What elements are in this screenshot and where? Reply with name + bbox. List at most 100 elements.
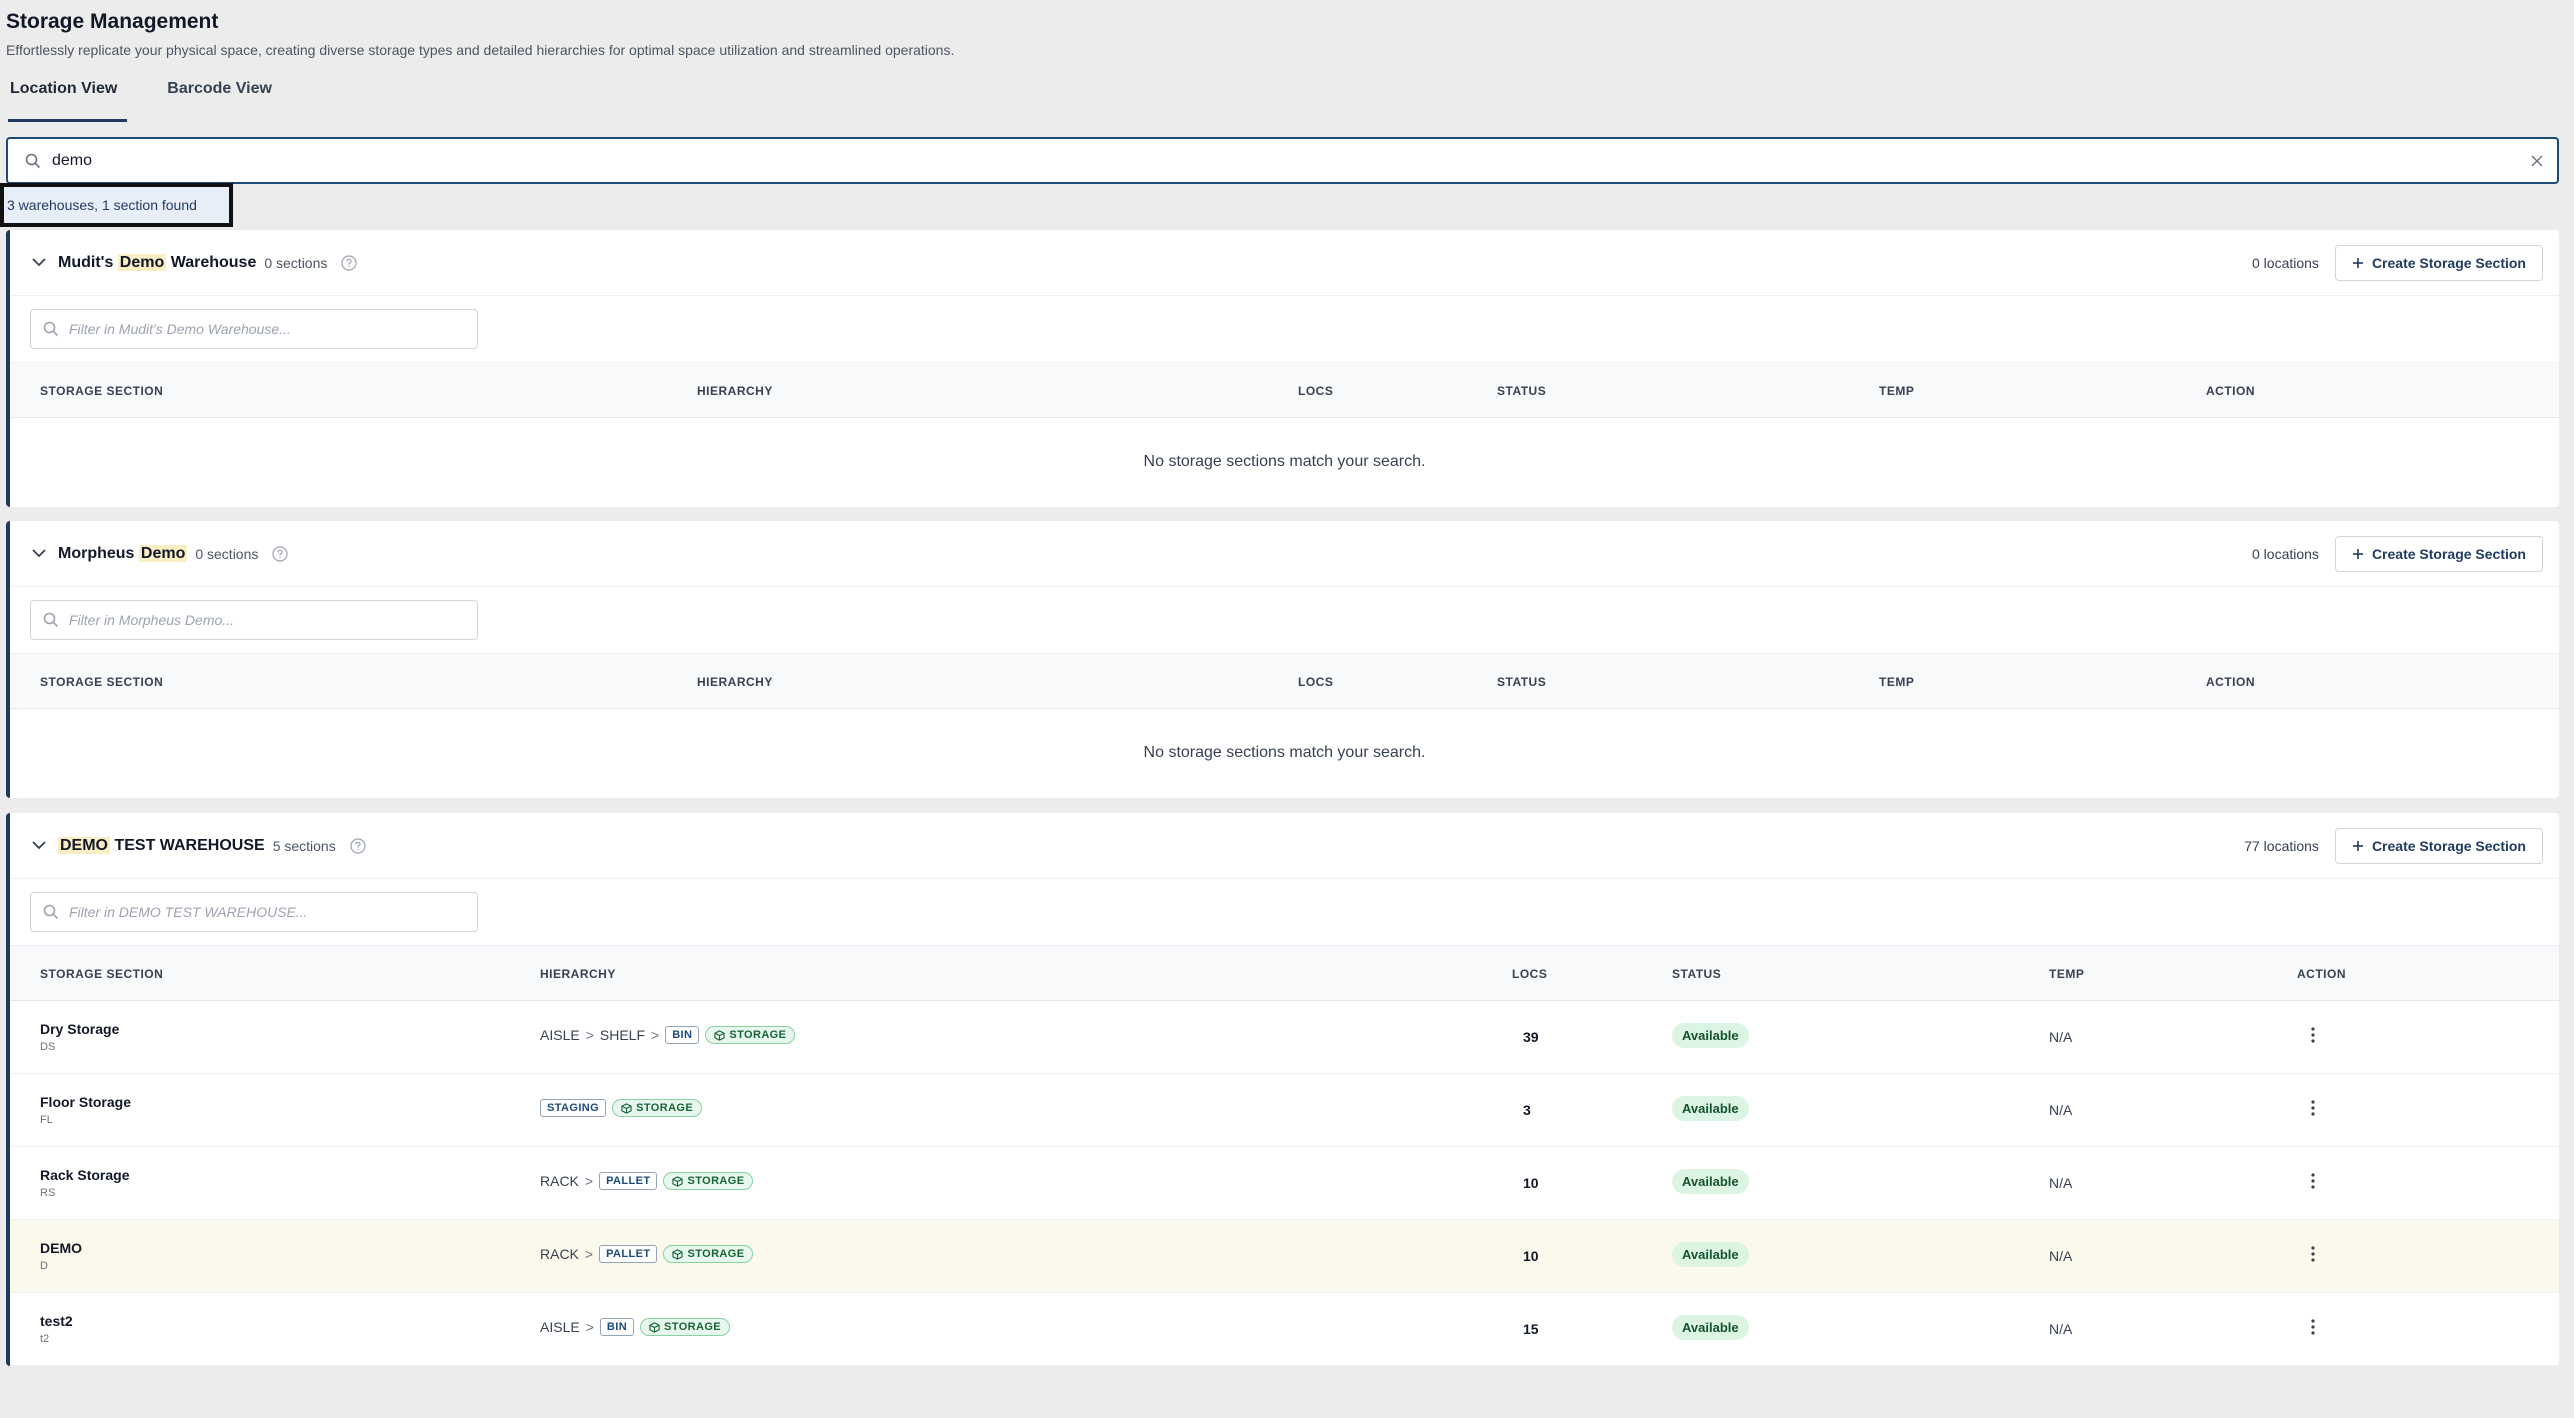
status-badge: Available (1672, 1096, 1749, 1121)
section-name: test2 (40, 1313, 73, 1329)
more-vertical-icon[interactable] (2301, 1242, 2325, 1266)
box-icon (621, 1102, 632, 1114)
warehouse-name: Mudit's Demo Warehouse (58, 253, 257, 271)
create-storage-section-button[interactable]: Create Storage Section (2334, 535, 2543, 572)
hierarchy-separator: > (584, 1173, 594, 1189)
box-icon (672, 1175, 684, 1187)
box-icon (672, 1248, 684, 1260)
tab-location-view[interactable]: Location View (0, 70, 128, 122)
box-icon (649, 1321, 660, 1333)
status-badge: Available (1672, 1023, 1749, 1048)
table-header: STORAGE SECTION HIERARCHY LOCS STATUS TE… (10, 653, 2559, 709)
section-count: 0 sections (264, 254, 328, 271)
hierarchy-separator: > (651, 1027, 660, 1043)
section-code: RS (40, 1187, 56, 1199)
help-circle-icon[interactable] (341, 254, 357, 271)
hierarchy-separator: > (584, 1246, 594, 1262)
location-count: 0 locations (2252, 545, 2319, 562)
storage-type-badge: STORAGE (705, 1026, 796, 1044)
hierarchy-tag: PALLET (599, 1245, 658, 1263)
temp-value: N/A (2049, 1248, 2073, 1264)
section-name: DEMO (40, 1240, 82, 1256)
table-header: STORAGE SECTION HIERARCHY LOCS STATUS TE… (10, 945, 2559, 1001)
plus-icon (2352, 257, 2363, 268)
more-vertical-icon[interactable] (2301, 1023, 2325, 1047)
filter-field (30, 600, 478, 640)
storage-type-badge: STORAGE (663, 1172, 754, 1190)
table-row[interactable]: test2 t2 AISLE > BIN STORAGE 15 Available N/A (10, 1293, 2559, 1366)
locs-count: 10 (1523, 1175, 1539, 1191)
warehouse-header: Morpheus Demo 0 sections 0 locations Cre… (10, 521, 2559, 587)
more-vertical-icon[interactable] (2301, 1096, 2325, 1120)
hierarchy-level: RACK (540, 1246, 579, 1262)
search-icon (43, 612, 59, 628)
warehouse-card: Mudit's Demo Warehouse 0 sections 0 loca… (6, 230, 2559, 507)
search-bar (6, 137, 2559, 184)
hierarchy: AISLE > SHELF > BIN STORAGE (540, 1026, 796, 1044)
help-circle-icon[interactable] (350, 837, 366, 854)
storage-type-badge: STORAGE (663, 1245, 754, 1263)
temp-value: N/A (2049, 1321, 2073, 1337)
table-row[interactable]: Rack Storage RS RACK > PALLET STORAGE 10 Availa… (10, 1147, 2559, 1220)
section-code: t2 (40, 1333, 50, 1345)
view-tabs: Location View Barcode View (0, 70, 282, 122)
warehouse-header: DEMO TEST WAREHOUSE 5 sections 77 locati… (10, 813, 2559, 879)
plus-icon (2352, 840, 2363, 851)
page-header: Storage Management Effortlessly replicat… (6, 10, 954, 58)
tab-barcode-view[interactable]: Barcode View (157, 70, 282, 122)
status-badge: Available (1672, 1169, 1749, 1194)
create-storage-section-button[interactable]: Create Storage Section (2334, 244, 2543, 281)
filter-input[interactable] (69, 321, 477, 337)
hierarchy-level: RACK (540, 1173, 579, 1189)
warehouse-card: Morpheus Demo 0 sections 0 locations Cre… (6, 521, 2559, 798)
chevron-down-icon[interactable] (30, 837, 48, 855)
table-row[interactable]: Dry Storage DS AISLE > SHELF > BIN STORAGE 39 Ava… (10, 1001, 2559, 1074)
table-body: Dry Storage DS AISLE > SHELF > BIN STORAGE 39 Ava… (10, 1001, 2559, 1366)
locs-count: 3 (1523, 1102, 1531, 1118)
search-icon (43, 904, 59, 920)
warehouse-header: Mudit's Demo Warehouse 0 sections 0 loca… (10, 230, 2559, 296)
clear-search-icon[interactable] (2517, 141, 2557, 181)
create-storage-section-button[interactable]: Create Storage Section (2334, 827, 2543, 864)
hierarchy-tag: BIN (599, 1318, 635, 1336)
more-vertical-icon[interactable] (2301, 1315, 2325, 1339)
temp-value: N/A (2049, 1102, 2073, 1118)
search-icon (14, 153, 52, 169)
chevron-down-icon[interactable] (30, 545, 48, 563)
section-code: DS (40, 1041, 56, 1053)
search-result-count: 3 warehouses, 1 section found (0, 183, 233, 227)
hierarchy: AISLE > BIN STORAGE (540, 1318, 731, 1336)
hierarchy-separator: > (585, 1319, 594, 1335)
plus-icon (2352, 548, 2363, 559)
help-circle-icon[interactable] (272, 545, 288, 562)
filter-field (30, 309, 478, 349)
search-input[interactable] (52, 151, 2517, 170)
section-name: Rack Storage (40, 1167, 130, 1183)
hierarchy-tag: PALLET (599, 1172, 658, 1190)
storage-type-badge: STORAGE (612, 1099, 703, 1117)
more-vertical-icon[interactable] (2301, 1169, 2325, 1193)
location-count: 0 locations (2252, 254, 2319, 271)
warehouse-card: DEMO TEST WAREHOUSE 5 sections 77 locati… (6, 813, 2559, 1366)
filter-field (30, 892, 478, 932)
chevron-down-icon[interactable] (30, 254, 48, 272)
empty-message: No storage sections match your search. (1143, 744, 1426, 761)
hierarchy-level: AISLE (540, 1027, 580, 1043)
storage-type-badge: STORAGE (640, 1318, 731, 1336)
table-row[interactable]: DEMO D RACK > PALLET STORAGE 10 Available N/A (10, 1220, 2559, 1293)
location-count: 77 locations (2244, 837, 2319, 854)
hierarchy-level: SHELF (599, 1027, 646, 1043)
status-badge: Available (1672, 1242, 1749, 1267)
hierarchy-tag: STAGING (540, 1099, 607, 1117)
search-icon (43, 321, 59, 337)
locs-count: 39 (1523, 1029, 1539, 1045)
hierarchy: RACK > PALLET STORAGE (540, 1245, 754, 1263)
locs-count: 15 (1523, 1321, 1539, 1337)
filter-input[interactable] (69, 904, 477, 920)
page-title: Storage Management (6, 10, 219, 33)
warehouse-name: DEMO TEST WAREHOUSE (58, 836, 265, 854)
section-count: 0 sections (195, 545, 259, 562)
table-row[interactable]: Floor Storage FL STAGING STORAGE 3 Available N… (10, 1074, 2559, 1147)
filter-input[interactable] (69, 612, 477, 628)
hierarchy-separator: > (585, 1027, 594, 1043)
